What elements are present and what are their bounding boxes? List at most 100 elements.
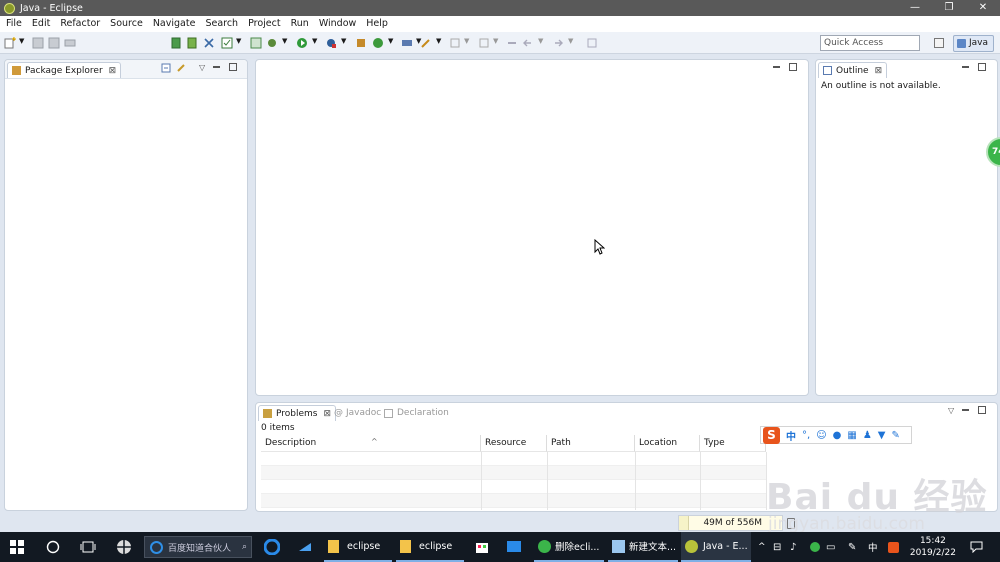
task-dropdown-icon[interactable]: ▼ [236,37,248,49]
quick-access-input[interactable]: Quick Access [820,35,920,51]
column-resource[interactable]: Resource [481,435,547,452]
refresh-icon[interactable] [250,37,262,49]
next-annotation-icon[interactable] [449,37,461,49]
restore-button[interactable]: ❐ [932,0,966,16]
menu-file[interactable]: File [1,16,27,32]
network-icon[interactable]: ⊟ [773,532,781,562]
maximize-icon[interactable] [978,406,986,414]
battery-icon[interactable]: ▭ [826,532,835,562]
task-view-icon[interactable] [80,532,96,562]
forward-icon[interactable] [552,37,564,49]
pinwheel-app-icon[interactable] [116,532,132,562]
store-download-icon[interactable] [297,532,313,562]
minimize-icon[interactable] [962,66,969,68]
maximize-icon[interactable] [789,63,797,71]
tab-package-explorer[interactable]: Package Explorer ⊠ [7,62,122,79]
minimize-button[interactable]: — [898,0,932,16]
run-dropdown-icon[interactable]: ▼ [312,37,324,49]
search-tool-icon[interactable] [420,37,432,49]
ime-language[interactable]: 中 [786,428,796,443]
tab-problems[interactable]: Problems ⊠ [258,405,337,422]
back-dropdown-icon[interactable]: ▼ [538,37,550,49]
tab-outline[interactable]: Outline ⊠ [818,62,888,79]
taskbar-task-eclipse-folder-1[interactable]: eclipse [324,532,392,562]
coverage-icon[interactable] [325,37,337,49]
minimize-icon[interactable] [962,409,969,411]
jar-icon[interactable] [186,37,198,49]
back-icon[interactable] [522,37,534,49]
volume-icon[interactable]: ♪ [790,532,796,562]
column-path[interactable]: Path [547,435,635,452]
tray-green-icon[interactable] [810,532,820,562]
maximize-icon[interactable] [978,63,986,71]
settings-wrench-icon[interactable]: ✎ [891,430,899,441]
menu-edit[interactable]: Edit [27,16,55,32]
column-description[interactable]: Description ^ [261,435,481,452]
new-class-icon[interactable] [372,37,384,49]
system-clock[interactable]: 15:42 2019/2/22 [910,535,956,559]
taskbar-search-input[interactable]: 百度知道合伙人 ⌕ [144,536,252,558]
save-icon[interactable] [32,37,44,49]
menu-window[interactable]: Window [314,16,361,32]
search-icon[interactable]: ⌕ [242,542,247,552]
store-bag-icon[interactable] [474,532,490,562]
tray-chevron-icon[interactable]: ^ [758,532,766,562]
punctuation-icon[interactable]: °, [802,430,810,441]
prev-annotation-dropdown-icon[interactable]: ▼ [493,37,505,49]
tab-javadoc[interactable]: @ Javadoc [334,405,381,421]
coverage-dropdown-icon[interactable]: ▼ [341,37,353,49]
last-edit-icon[interactable] [506,37,518,49]
taskbar-task-java-eclipse[interactable]: Java - E... [681,532,751,562]
forward-dropdown-icon[interactable]: ▼ [568,37,580,49]
taskbar-task-eclipse-folder-2[interactable]: eclipse [396,532,464,562]
new-class-dropdown-icon[interactable]: ▼ [388,37,400,49]
action-center-icon[interactable] [970,532,983,562]
minimize-icon[interactable] [213,66,220,68]
windows-start-icon[interactable] [10,532,24,562]
close-icon[interactable]: ⊠ [323,406,331,422]
view-menu-icon[interactable]: ▽ [199,63,205,72]
menu-source[interactable]: Source [105,16,148,32]
menu-run[interactable]: Run [286,16,314,32]
minimize-icon[interactable] [773,66,780,68]
menu-project[interactable]: Project [243,16,286,32]
maximize-icon[interactable] [229,63,237,71]
debug-icon[interactable] [266,37,278,49]
close-button[interactable]: ✕ [966,0,1000,16]
tray-language[interactable]: 中 [868,532,878,562]
open-type-icon[interactable] [401,37,413,49]
microphone-icon[interactable]: ● [833,430,842,441]
emoji-icon[interactable]: ☺ [816,430,826,441]
remote-app-icon[interactable] [506,532,522,562]
pin-editor-icon[interactable] [586,37,598,49]
taskbar-task-delete-eclipse[interactable]: 删除ecli... [534,532,604,562]
task-icon[interactable] [221,37,233,49]
new-icon[interactable] [4,37,16,49]
menu-search[interactable]: Search [200,16,243,32]
taskbar-task-new-text[interactable]: 新建文本... [608,532,678,562]
pen-icon[interactable]: ✎ [848,532,856,562]
edge-browser-icon[interactable] [264,532,280,562]
toggle-breakpoint-icon[interactable] [203,37,215,49]
link-with-editor-icon[interactable] [176,63,187,74]
java-perspective-button[interactable]: Java [953,35,994,52]
open-perspective-icon[interactable] [934,38,944,48]
column-location[interactable]: Location [635,435,700,452]
print-icon[interactable] [64,37,76,49]
menu-help[interactable]: Help [361,16,393,32]
save-all-icon[interactable] [48,37,60,49]
debug-server-icon[interactable] [170,37,182,49]
prev-annotation-icon[interactable] [478,37,490,49]
search-dropdown-icon[interactable]: ▼ [436,37,448,49]
view-menu-icon[interactable]: ▽ [948,406,954,415]
menu-refactor[interactable]: Refactor [55,16,105,32]
skin-icon[interactable]: ▼ [878,430,886,441]
new-dropdown-icon[interactable]: ▼ [19,37,31,49]
tab-declaration[interactable]: Declaration [384,405,449,421]
close-icon[interactable]: ⊠ [109,63,117,79]
keyboard-icon[interactable]: ▦ [847,430,856,441]
menu-navigate[interactable]: Navigate [148,16,201,32]
new-package-icon[interactable] [355,37,367,49]
close-icon[interactable]: ⊠ [875,63,883,79]
debug-dropdown-icon[interactable]: ▼ [282,37,294,49]
